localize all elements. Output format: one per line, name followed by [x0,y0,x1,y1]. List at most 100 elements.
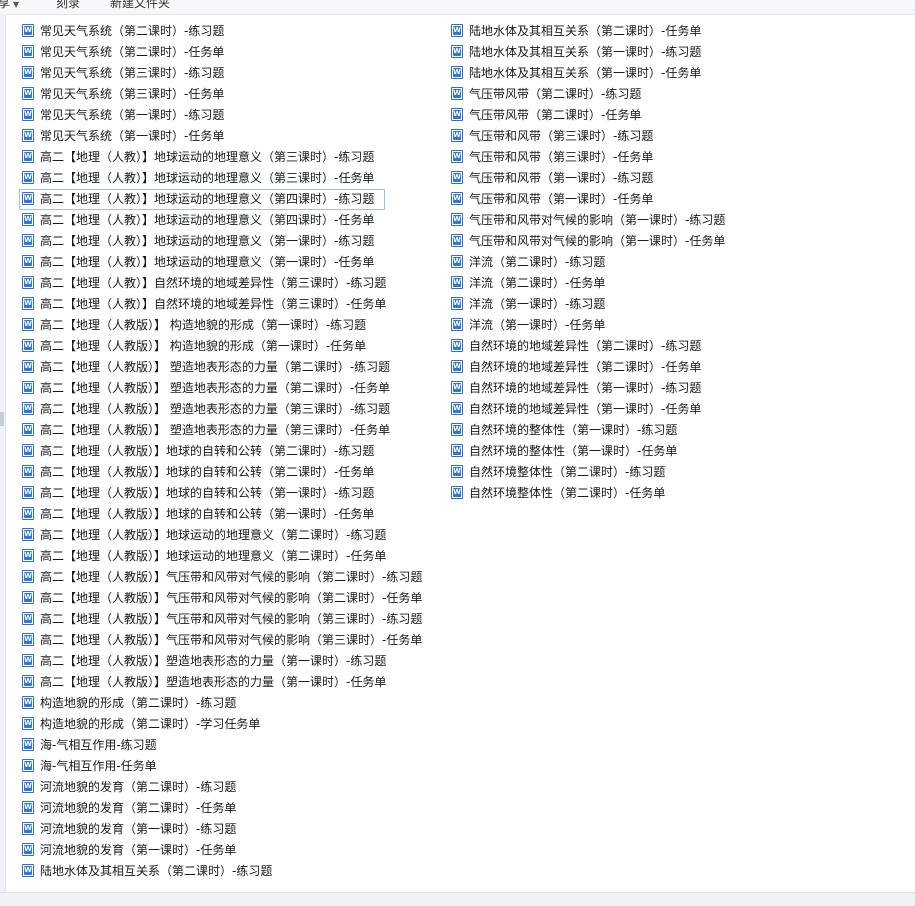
file-item[interactable]: 构造地貌的形成（第二课时）-学习任务单 [19,714,439,735]
file-item[interactable]: 自然环境的整体性（第一课时）-练习题 [448,420,868,441]
file-item[interactable]: 高二【地理（人教版）】 构造地貌的形成（第一课时）-练习题 [19,315,439,336]
new-folder-button[interactable]: 新建文件夹 [110,0,170,12]
file-name: 河流地貌的发育（第一课时）-任务单 [40,843,237,857]
word-document-icon [22,843,34,856]
file-item[interactable]: 高二【地理（人教）】地球运动的地理意义（第三课时）-任务单 [19,168,439,189]
file-item[interactable]: 陆地水体及其相互关系（第一课时）-练习题 [448,42,868,63]
file-name: 气压带和风带对气候的影响（第一课时）-任务单 [469,234,726,248]
file-item[interactable]: 高二【地理（人教版）】 塑造地表形态的力量（第三课时）-练习题 [19,399,439,420]
file-name: 高二【地理（人教版）】气压带和风带对气候的影响（第二课时）-任务单 [40,591,423,605]
file-item[interactable]: 常见天气系统（第二课时）-练习题 [19,21,439,42]
file-item[interactable]: 自然环境的地域差异性（第二课时）-任务单 [448,357,868,378]
file-item[interactable]: 高二【地理（人教版）】气压带和风带对气候的影响（第三课时）-练习题 [19,609,439,630]
file-item[interactable]: 高二【地理（人教）】地球运动的地理意义（第四课时）-练习题 [19,189,385,210]
file-item[interactable]: 高二【地理（人教版）】地球的自转和公转（第一课时）-练习题 [19,483,439,504]
file-item[interactable]: 常见天气系统（第二课时）-任务单 [19,42,439,63]
file-item[interactable]: 洋流（第二课时）-练习题 [448,252,868,273]
word-document-icon [451,45,463,58]
file-item[interactable]: 洋流（第一课时）-练习题 [448,294,868,315]
file-item[interactable]: 高二【地理（人教版）】塑造地表形态的力量（第一课时）-练习题 [19,651,439,672]
file-name: 高二【地理（人教）】地球运动的地理意义（第四课时）-任务单 [40,213,375,227]
file-item[interactable]: 高二【地理（人教）】地球运动的地理意义（第四课时）-任务单 [19,210,439,231]
file-item[interactable]: 气压带和风带对气候的影响（第一课时）-任务单 [448,231,868,252]
file-name: 高二【地理（人教版）】 塑造地表形态的力量（第三课时）-任务单 [40,423,391,437]
file-item[interactable]: 常见天气系统（第三课时）-练习题 [19,63,439,84]
file-item[interactable]: 自然环境的地域差异性（第二课时）-练习题 [448,336,868,357]
file-name: 高二【地理（人教版）】地球运动的地理意义（第二课时）-练习题 [40,528,387,542]
file-item[interactable]: 气压带风带（第二课时）-任务单 [448,105,868,126]
file-item[interactable]: 高二【地理（人教版）】地球运动的地理意义（第二课时）-任务单 [19,546,439,567]
file-name: 高二【地理（人教）】地球运动的地理意义（第一课时）-任务单 [40,255,375,269]
file-column-2: 陆地水体及其相互关系（第二课时）-任务单陆地水体及其相互关系（第一课时）-练习题… [448,21,868,504]
file-item[interactable]: 气压带和风带（第三课时）-任务单 [448,147,868,168]
word-document-icon [22,675,34,688]
word-document-icon [22,87,34,100]
share-menu-button[interactable]: 享▼ [0,0,19,12]
file-item[interactable]: 河流地貌的发育（第二课时）-任务单 [19,798,439,819]
file-item[interactable]: 洋流（第二课时）-任务单 [448,273,868,294]
file-item[interactable]: 河流地貌的发育（第二课时）-练习题 [19,777,439,798]
file-name: 洋流（第一课时）-练习题 [469,297,606,311]
file-item[interactable]: 气压带和风带（第三课时）-练习题 [448,126,868,147]
file-item[interactable]: 高二【地理（人教版）】地球的自转和公转（第一课时）-任务单 [19,504,439,525]
file-item[interactable]: 构造地貌的形成（第二课时）-练习题 [19,693,439,714]
file-item[interactable]: 自然环境整体性（第二课时）-任务单 [448,483,868,504]
file-item[interactable]: 海-气相互作用-练习题 [19,735,439,756]
burn-button[interactable]: 刻录 [56,0,80,12]
file-item[interactable]: 高二【地理（人教版）】 塑造地表形态的力量（第二课时）-任务单 [19,378,439,399]
file-item[interactable]: 高二【地理（人教版）】 塑造地表形态的力量（第二课时）-练习题 [19,357,439,378]
file-item[interactable]: 自然环境的地域差异性（第一课时）-任务单 [448,399,868,420]
file-item[interactable]: 陆地水体及其相互关系（第二课时）-任务单 [448,21,868,42]
file-name: 自然环境的地域差异性（第二课时）-练习题 [469,339,702,353]
file-item[interactable]: 高二【地理（人教版）】气压带和风带对气候的影响（第二课时）-任务单 [19,588,439,609]
file-item[interactable]: 自然环境的地域差异性（第一课时）-练习题 [448,378,868,399]
chevron-down-icon: ▼ [13,0,20,9]
file-item[interactable]: 气压带风带（第二课时）-练习题 [448,84,868,105]
file-item[interactable]: 自然环境整体性（第二课时）-练习题 [448,462,868,483]
file-item[interactable]: 自然环境的整体性（第一课时）-任务单 [448,441,868,462]
file-name: 海-气相互作用-任务单 [40,759,157,773]
file-name: 高二【地理（人教版）】气压带和风带对气候的影响（第三课时）-任务单 [40,633,423,647]
file-name: 气压带风带（第二课时）-练习题 [469,87,642,101]
file-item[interactable]: 高二【地理（人教）】自然环境的地域差异性（第三课时）-练习题 [19,273,439,294]
file-item[interactable]: 高二【地理（人教版）】气压带和风带对气候的影响（第三课时）-任务单 [19,630,439,651]
file-item[interactable]: 河流地貌的发育（第一课时）-任务单 [19,840,439,861]
file-item[interactable]: 高二【地理（人教版）】塑造地表形态的力量（第一课时）-任务单 [19,672,439,693]
file-name: 构造地貌的形成（第二课时）-练习题 [40,696,237,710]
file-item[interactable]: 高二【地理（人教版）】地球的自转和公转（第二课时）-任务单 [19,462,439,483]
file-name: 自然环境的地域差异性（第二课时）-任务单 [469,360,702,374]
word-document-icon [451,129,463,142]
word-document-icon [22,360,34,373]
file-item[interactable]: 高二【地理（人教版）】 塑造地表形态的力量（第三课时）-任务单 [19,420,439,441]
file-item[interactable]: 常见天气系统（第一课时）-任务单 [19,126,439,147]
file-item[interactable]: 气压带和风带（第一课时）-任务单 [448,189,868,210]
file-item[interactable]: 气压带和风带对气候的影响（第一课时）-练习题 [448,210,868,231]
file-name: 高二【地理（人教版）】气压带和风带对气候的影响（第二课时）-练习题 [40,570,423,584]
file-item[interactable]: 高二【地理（人教版）】气压带和风带对气候的影响（第二课时）-练习题 [19,567,439,588]
file-item[interactable]: 常见天气系统（第一课时）-练习题 [19,105,439,126]
file-item[interactable]: 河流地貌的发育（第一课时）-练习题 [19,819,439,840]
file-item[interactable]: 陆地水体及其相互关系（第一课时）-任务单 [448,63,868,84]
word-document-icon [22,780,34,793]
file-item[interactable]: 洋流（第一课时）-任务单 [448,315,868,336]
file-item[interactable]: 高二【地理（人教）】地球运动的地理意义（第三课时）-练习题 [19,147,439,168]
file-item[interactable]: 高二【地理（人教版）】 构造地貌的形成（第一课时）-任务单 [19,336,439,357]
word-document-icon [451,465,463,478]
navigation-pane-edge[interactable] [0,14,6,892]
word-document-icon [22,171,34,184]
word-document-icon [451,255,463,268]
word-document-icon [22,381,34,394]
file-item[interactable]: 高二【地理（人教版）】地球运动的地理意义（第二课时）-练习题 [19,525,439,546]
word-document-icon [22,633,34,646]
splitter-handle[interactable] [0,412,4,426]
file-item[interactable]: 气压带和风带（第一课时）-练习题 [448,168,868,189]
file-item[interactable]: 海-气相互作用-任务单 [19,756,439,777]
file-item[interactable]: 高二【地理（人教）】地球运动的地理意义（第一课时）-练习题 [19,231,439,252]
word-document-icon [22,591,34,604]
status-bar [0,892,915,906]
file-item[interactable]: 常见天气系统（第三课时）-任务单 [19,84,439,105]
file-item[interactable]: 高二【地理（人教）】自然环境的地域差异性（第三课时）-任务单 [19,294,439,315]
file-item[interactable]: 高二【地理（人教版）】地球的自转和公转（第二课时）-练习题 [19,441,439,462]
file-item[interactable]: 高二【地理（人教）】地球运动的地理意义（第一课时）-任务单 [19,252,439,273]
file-item[interactable]: 陆地水体及其相互关系（第二课时）-练习题 [19,861,439,882]
